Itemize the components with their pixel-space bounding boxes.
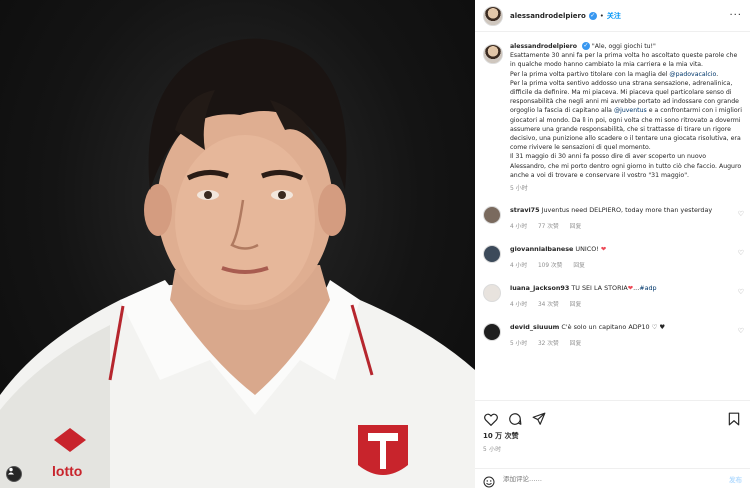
comment-text: C'è solo un capitano ADP10: [561, 323, 650, 332]
comment-time: 4 小时: [510, 263, 528, 270]
comment-text: TU SEI LA STORIA: [571, 284, 628, 293]
post-actions: 10 万 次赞 5 小时 发布: [475, 400, 750, 488]
likes-count[interactable]: 10 万 次赞: [475, 429, 750, 441]
hashtag-link[interactable]: #adp: [639, 284, 656, 292]
comment-item: stravi75 Juventus need DELPIERO, today m…: [475, 206, 750, 232]
player-portrait: lotto: [0, 38, 475, 488]
mention-link[interactable]: @juventus: [614, 107, 647, 114]
like-comment-icon[interactable]: ♡: [738, 210, 744, 218]
avatar[interactable]: [483, 323, 501, 342]
post-detail-panel: alessandrodelpiero ✓ • 关注 ··· alessandro…: [475, 0, 750, 488]
caption-line: Il 31 maggio di 30 anni fa posso dire di…: [510, 153, 742, 179]
verified-icon: ✓: [588, 11, 597, 20]
reply-button[interactable]: 回复: [573, 263, 585, 269]
comment-username[interactable]: devid_siuuum: [510, 323, 559, 331]
caption-line: Esattamente 30 anni fa per la prima volt…: [510, 52, 738, 69]
comment-item: devid_siuuum C'è solo un capitano ADP10 …: [475, 323, 750, 349]
post-comment-button[interactable]: 发布: [729, 474, 742, 484]
post-header: alessandrodelpiero ✓ • 关注 ···: [475, 0, 750, 32]
comment-likes[interactable]: 34 次赞: [538, 302, 559, 308]
avatar[interactable]: [483, 206, 501, 225]
comment-likes[interactable]: 77 次赞: [538, 224, 559, 230]
caption-line: Per la prima volta partivo titolare con …: [510, 70, 670, 78]
avatar[interactable]: [483, 5, 503, 26]
post-photo[interactable]: lotto: [0, 0, 475, 488]
reply-button[interactable]: 回复: [570, 341, 582, 347]
comment-item: luana_jackson93 TU SEI LA STORIA❤...#adp…: [475, 284, 750, 310]
header-username[interactable]: alessandrodelpiero: [510, 12, 586, 20]
comment-text: UNICO!: [575, 245, 599, 254]
comment-text: Juventus need DELPIERO, today more than …: [541, 206, 713, 215]
like-comment-icon[interactable]: ♡: [738, 288, 744, 296]
heart-emoji-icon: ♡ ♥: [651, 323, 666, 332]
avatar[interactable]: [483, 245, 501, 264]
comments-scroll[interactable]: alessandrodelpiero ✓ "Ale, oggi giochi t…: [475, 33, 750, 395]
comment-item: giovannialbanese UNICO! ❤ 4 小时 109 次赞 回复…: [475, 245, 750, 271]
comment-username[interactable]: giovannialbanese: [510, 245, 573, 253]
caption: alessandrodelpiero ✓ "Ale, oggi giochi t…: [475, 33, 750, 193]
follow-button[interactable]: 关注: [607, 11, 621, 21]
red-heart-icon: ❤: [600, 245, 607, 254]
caption-line: "Ale, oggi giochi tu!": [591, 43, 656, 50]
bookmark-icon[interactable]: [726, 411, 742, 427]
verified-icon: ✓: [581, 42, 590, 50]
mention-link[interactable]: @padovacalcio: [669, 71, 716, 78]
svg-text:lotto: lotto: [52, 463, 82, 479]
more-options-icon[interactable]: ···: [729, 10, 742, 21]
comment-username[interactable]: luana_jackson93: [510, 284, 569, 292]
comment-input[interactable]: [503, 474, 729, 483]
add-comment-bar: 发布: [475, 468, 750, 488]
comment-username[interactable]: stravi75: [510, 206, 540, 214]
comment-icon[interactable]: [507, 411, 523, 427]
like-comment-icon[interactable]: ♡: [738, 327, 744, 335]
post-time: 5 小时: [483, 447, 502, 453]
caption-time: 5 小时: [510, 185, 528, 193]
reply-button[interactable]: 回复: [570, 302, 582, 308]
share-icon[interactable]: [531, 411, 547, 427]
like-comment-icon[interactable]: ♡: [738, 249, 744, 257]
separator: •: [599, 11, 604, 20]
comment-time: 4 小时: [510, 224, 528, 231]
club-crest-icon: [358, 425, 408, 475]
comment-time: 4 小时: [510, 302, 528, 309]
tagged-user-icon[interactable]: [6, 466, 22, 482]
comment-time: 5 小时: [510, 341, 528, 348]
comment-likes[interactable]: 32 次赞: [538, 341, 559, 347]
caption-period: .: [716, 70, 719, 78]
avatar[interactable]: [483, 44, 503, 64]
avatar[interactable]: [483, 284, 501, 303]
caption-username[interactable]: alessandrodelpiero: [510, 43, 577, 50]
heart-icon[interactable]: [483, 411, 499, 427]
reply-button[interactable]: 回复: [570, 224, 582, 230]
comment-likes[interactable]: 109 次赞: [538, 263, 563, 269]
emoji-icon[interactable]: [483, 473, 495, 487]
